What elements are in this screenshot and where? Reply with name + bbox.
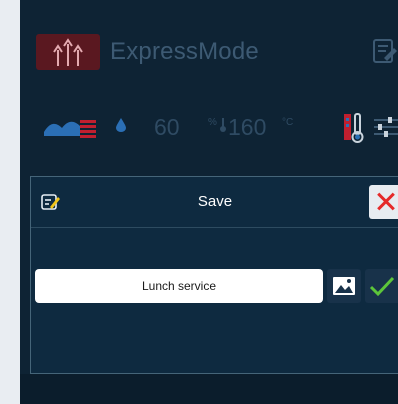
steam-tray-icon <box>44 120 96 138</box>
edit-list-icon <box>373 39 397 63</box>
status-row: 60 % 160 °C <box>20 106 398 146</box>
dialog-header: Save <box>31 177 398 228</box>
edit-program-button[interactable] <box>372 36 398 66</box>
logo <box>36 34 100 70</box>
temperature-small-icon <box>220 118 226 132</box>
choose-image-button[interactable] <box>327 269 361 303</box>
close-dialog-button[interactable] <box>369 185 398 219</box>
temperature-value[interactable]: 160 <box>228 114 266 141</box>
bottom-bar <box>20 374 398 404</box>
multi-arrow-logo-icon <box>53 38 83 66</box>
app-screen: ExpressMode 60 % 160 °C Save Lunch servi… <box>20 0 398 404</box>
app-title: ExpressMode <box>110 38 259 65</box>
sliders-icon <box>374 117 398 137</box>
confirm-save-button[interactable] <box>365 269 398 303</box>
top-bar: ExpressMode <box>20 0 398 100</box>
save-dialog: Save <box>30 176 398 374</box>
temperature-unit: °C <box>282 117 294 128</box>
humidity-unit: % <box>208 117 217 128</box>
humidity-value[interactable]: 60 <box>154 114 180 141</box>
core-probe-icon <box>344 113 364 143</box>
settings-button[interactable] <box>372 110 398 144</box>
image-icon <box>333 277 355 295</box>
dialog-title: Save <box>197 193 233 210</box>
program-name-input[interactable] <box>35 269 323 303</box>
checkmark-icon <box>369 276 395 297</box>
humidity-drop-icon <box>116 118 126 132</box>
core-probe-button[interactable] <box>342 110 368 144</box>
